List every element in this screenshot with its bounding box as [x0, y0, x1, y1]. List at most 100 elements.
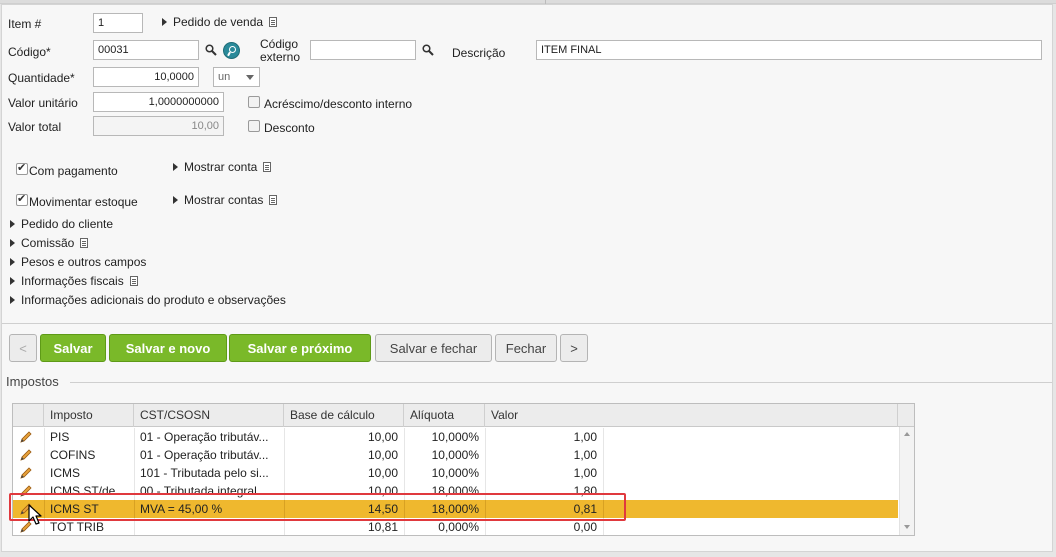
- table-cell: 10,00: [367, 448, 398, 462]
- section-pedido-cliente[interactable]: Pedido do cliente: [10, 217, 113, 231]
- mouse-cursor-icon: [28, 504, 42, 525]
- table-cell: 1,00: [573, 448, 597, 462]
- table-row[interactable]: ICMS ST/de 00 - Tributada integral 10,00 18…: [13, 482, 898, 500]
- table-cell: 10,00: [367, 466, 398, 480]
- com-pagamento-label: Com pagamento: [29, 164, 118, 178]
- table-cell: 10,81: [367, 520, 398, 534]
- edit-pencil-icon[interactable]: [19, 448, 33, 462]
- table-row[interactable]: COFINS 01 - Operação tributáv... 10,00 10,0…: [13, 446, 898, 464]
- mostrar-conta-toggle[interactable]: Mostrar conta: [173, 160, 272, 174]
- search-icon[interactable]: [422, 44, 434, 56]
- table-cell: ICMS ST: [50, 502, 99, 516]
- save-and-next-button[interactable]: Salvar e próximo: [229, 334, 371, 362]
- notes-icon[interactable]: [263, 162, 272, 172]
- grid-header-edit: [13, 404, 44, 427]
- section-label: Comissão: [21, 236, 75, 250]
- save-and-close-button[interactable]: Salvar e fechar: [375, 334, 492, 362]
- descricao-field[interactable]: ITEM FINAL: [536, 40, 1042, 60]
- mostrar-contas-toggle[interactable]: Mostrar contas: [173, 193, 278, 207]
- section-label: Pesos e outros campos: [21, 255, 147, 269]
- expand-arrow-icon: [10, 239, 15, 247]
- expand-arrow-icon: [10, 296, 15, 304]
- movimentar-estoque-label: Movimentar estoque: [29, 195, 138, 209]
- impostos-grid: Imposto CST/CSOSN Base de cálculo Alíquo…: [12, 403, 915, 536]
- notes-icon[interactable]: [80, 238, 89, 248]
- table-cell: 01 - Operação tributáv...: [140, 430, 269, 444]
- quantidade-label: Quantidade*: [8, 71, 75, 85]
- quantidade-field[interactable]: 10,0000: [93, 67, 199, 87]
- mostrar-conta-label: Mostrar conta: [184, 160, 258, 174]
- table-cell: 10,000%: [431, 466, 479, 480]
- codigo-label: Código*: [8, 45, 51, 59]
- section-label: Informações adicionais do produto e obse…: [21, 293, 286, 307]
- scroll-down-icon[interactable]: [904, 525, 910, 529]
- section-info-fiscais[interactable]: Informações fiscais: [10, 274, 138, 288]
- table-row[interactable]: TOT TRIB 10,81 0,000% 0,00: [13, 518, 898, 535]
- search-icon[interactable]: [205, 44, 217, 56]
- acrescimo-label: Acréscimo/desconto interno: [264, 97, 413, 111]
- edit-pencil-icon[interactable]: [19, 430, 33, 444]
- section-label: Informações fiscais: [21, 274, 124, 288]
- table-cell: 01 - Operação tributáv...: [140, 448, 269, 462]
- table-cell: 101 - Tributada pelo si...: [140, 466, 269, 480]
- descricao-label: Descrição: [452, 46, 506, 60]
- table-row[interactable]: ICMS ST MVA = 45,00 % 14,50 18,000% 0,81: [13, 500, 898, 518]
- acrescimo-checkbox[interactable]: [248, 96, 260, 108]
- table-cell: 10,000%: [431, 430, 479, 444]
- codigo-field[interactable]: 00031: [93, 40, 199, 60]
- section-info-adicionais[interactable]: Informações adicionais do produto e obse…: [10, 293, 286, 307]
- close-button[interactable]: Fechar: [495, 334, 557, 362]
- scroll-up-icon[interactable]: [904, 432, 910, 436]
- vertical-scrollbar[interactable]: [899, 427, 914, 535]
- expand-arrow-icon: [10, 220, 15, 228]
- column-header[interactable]: CST/CSOSN: [134, 404, 284, 427]
- edit-pencil-icon[interactable]: [19, 466, 33, 480]
- notes-icon[interactable]: [269, 195, 278, 205]
- table-row[interactable]: PIS 01 - Operação tributáv... 10,00 10,000%…: [13, 428, 898, 446]
- codigo-externo-field[interactable]: [310, 40, 416, 60]
- notes-icon[interactable]: [269, 17, 278, 27]
- column-separator: [603, 518, 604, 535]
- expand-arrow-icon: [173, 163, 178, 171]
- save-and-new-button[interactable]: Salvar e novo: [109, 334, 227, 362]
- grid-header: Imposto CST/CSOSN Base de cálculo Alíquo…: [13, 404, 914, 427]
- notes-icon[interactable]: [129, 276, 138, 286]
- lookup-globe-icon[interactable]: [223, 42, 240, 59]
- column-separator: [603, 464, 604, 482]
- table-cell: PIS: [50, 430, 70, 444]
- mostrar-contas-label: Mostrar contas: [184, 193, 264, 207]
- codigo-externo-label: Código externo: [260, 38, 300, 64]
- table-cell: TOT TRIB: [50, 520, 105, 534]
- item-number-label: Item #: [8, 17, 42, 31]
- table-row[interactable]: ICMS 101 - Tributada pelo si... 10,00 10,00…: [13, 464, 898, 482]
- desconto-checkbox[interactable]: [248, 120, 260, 132]
- column-separator: [603, 446, 604, 464]
- table-cell: COFINS: [50, 448, 96, 462]
- column-header[interactable]: Valor: [485, 404, 898, 427]
- section-pesos[interactable]: Pesos e outros campos: [10, 255, 146, 269]
- column-header[interactable]: Imposto: [44, 404, 134, 427]
- expand-arrow-icon: [10, 277, 15, 285]
- column-header[interactable]: Alíquota: [404, 404, 485, 427]
- expand-arrow-icon: [162, 18, 167, 26]
- valor-total-label: Valor total: [8, 120, 62, 134]
- column-header[interactable]: Base de cálculo: [284, 404, 404, 427]
- table-cell: 0,000%: [438, 520, 479, 534]
- valor-unitario-label: Valor unitário: [8, 96, 78, 110]
- table-cell: 1,80: [573, 484, 597, 498]
- table-cell: 1,00: [573, 466, 597, 480]
- table-cell: 14,50: [367, 502, 398, 516]
- prev-button[interactable]: <: [9, 334, 37, 362]
- pedido-venda-toggle[interactable]: Pedido de venda: [162, 15, 278, 29]
- section-comissao[interactable]: Comissão: [10, 236, 89, 250]
- movimentar-estoque-checkbox[interactable]: [16, 192, 28, 206]
- save-button[interactable]: Salvar: [40, 334, 106, 362]
- next-button[interactable]: >: [560, 334, 588, 362]
- expand-arrow-icon: [10, 258, 15, 266]
- com-pagamento-checkbox[interactable]: [16, 161, 28, 175]
- item-number-field[interactable]: 1: [93, 13, 143, 33]
- desconto-label: Desconto: [264, 121, 315, 135]
- table-cell: 10,00: [367, 430, 398, 444]
- edit-pencil-icon[interactable]: [19, 484, 33, 498]
- valor-unitario-field[interactable]: 1,0000000000: [93, 92, 224, 112]
